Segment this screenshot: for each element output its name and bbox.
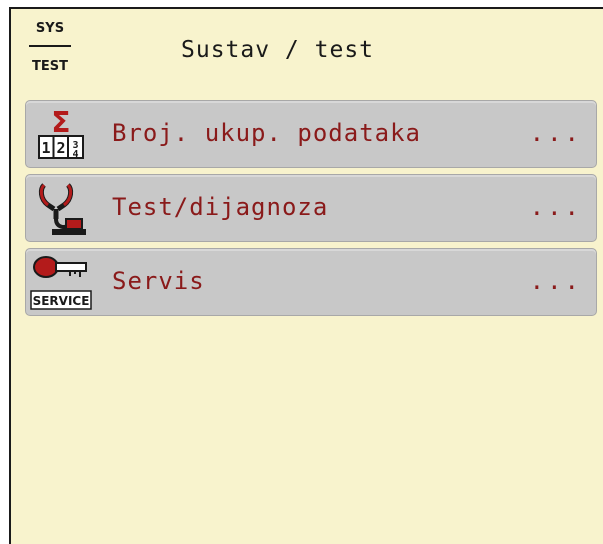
menu-item-total-data[interactable]: Σ 1 2 3 4 Broj. ukup. podataka ... — [25, 100, 597, 168]
menu-item-test-diagnosis[interactable]: Test/dijagnoza ... — [25, 174, 597, 242]
badge-top-label: SYS — [35, 21, 65, 36]
badge-bottom-label: TEST — [32, 59, 68, 74]
menu-item-label: Servis — [112, 267, 205, 295]
stethoscope-icon — [30, 179, 92, 239]
svg-text:2: 2 — [56, 139, 65, 157]
service-key-icon: SERVICE — [30, 253, 92, 313]
svg-text:1: 1 — [41, 139, 50, 157]
menu-item-more: ... — [529, 267, 582, 295]
sys-test-badge: SYS TEST — [25, 21, 75, 83]
page-title: Sustav / test — [181, 37, 375, 63]
menu-item-more: ... — [529, 193, 582, 221]
svg-text:4: 4 — [72, 149, 78, 160]
menu-item-label: Test/dijagnoza — [112, 193, 329, 221]
menu-item-label: Broj. ukup. podataka — [112, 119, 421, 147]
service-icon-text: SERVICE — [33, 294, 90, 308]
menu-item-more: ... — [529, 119, 582, 147]
header: SYS TEST Sustav / test — [11, 9, 603, 93]
menu-item-service[interactable]: SERVICE Servis ... — [25, 248, 597, 316]
svg-text:Σ: Σ — [51, 106, 70, 139]
sigma-counter-icon: Σ 1 2 3 4 — [30, 105, 92, 165]
screen: SYS TEST Sustav / test Σ 1 2 3 4 Broj. u… — [9, 7, 603, 544]
badge-divider — [29, 45, 71, 47]
